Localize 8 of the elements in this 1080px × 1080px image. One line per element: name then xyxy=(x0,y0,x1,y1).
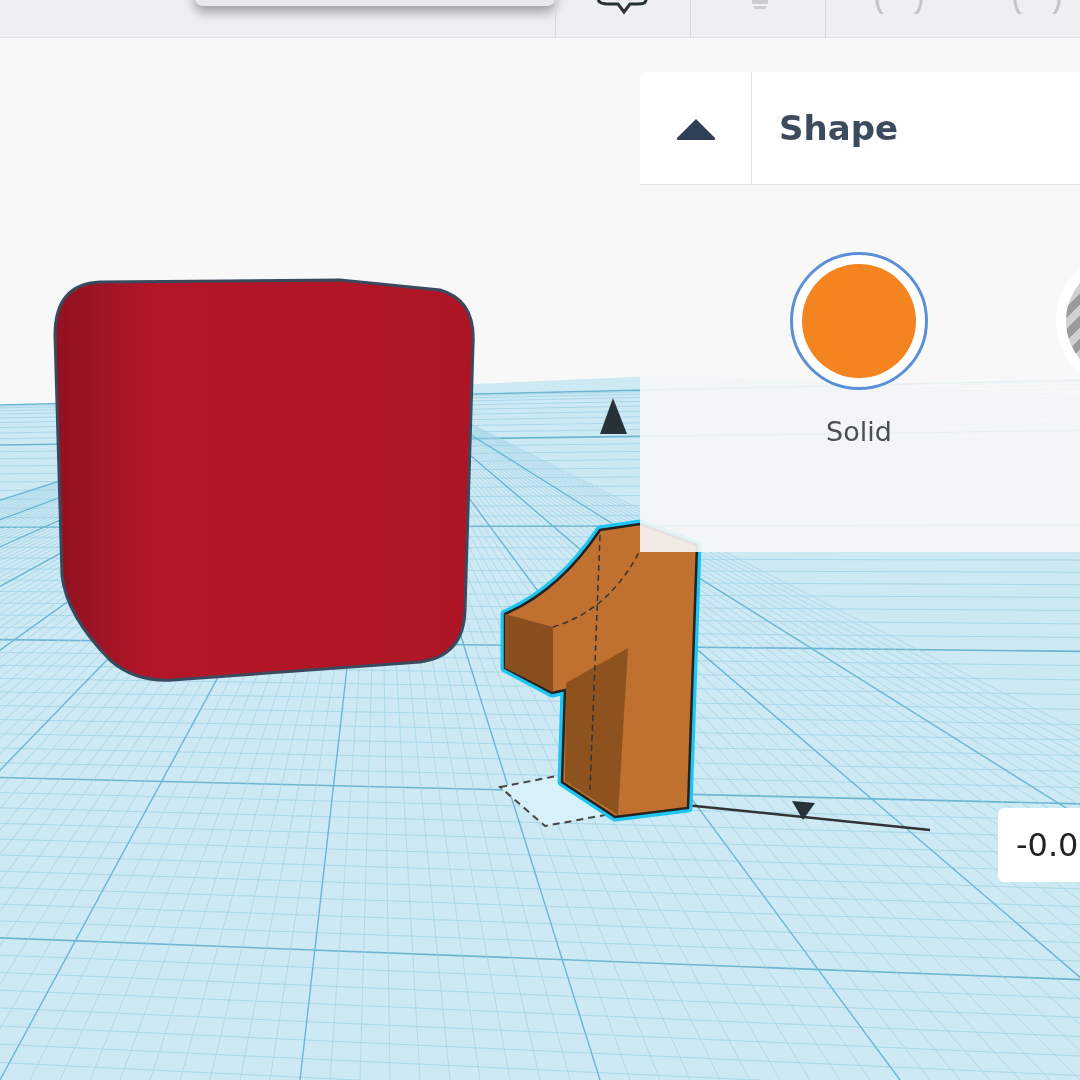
axis-arrow-icon[interactable] xyxy=(600,398,627,434)
panel-title: Shape xyxy=(779,106,899,150)
swatch-label: Solid xyxy=(826,415,892,449)
notes-icon[interactable] xyxy=(596,0,648,16)
number-one-shape[interactable] xyxy=(500,519,702,822)
dimension-field[interactable]: -0.0 xyxy=(998,808,1080,882)
rounded-box-shape[interactable] xyxy=(53,278,475,682)
caret-up-icon xyxy=(674,116,717,141)
